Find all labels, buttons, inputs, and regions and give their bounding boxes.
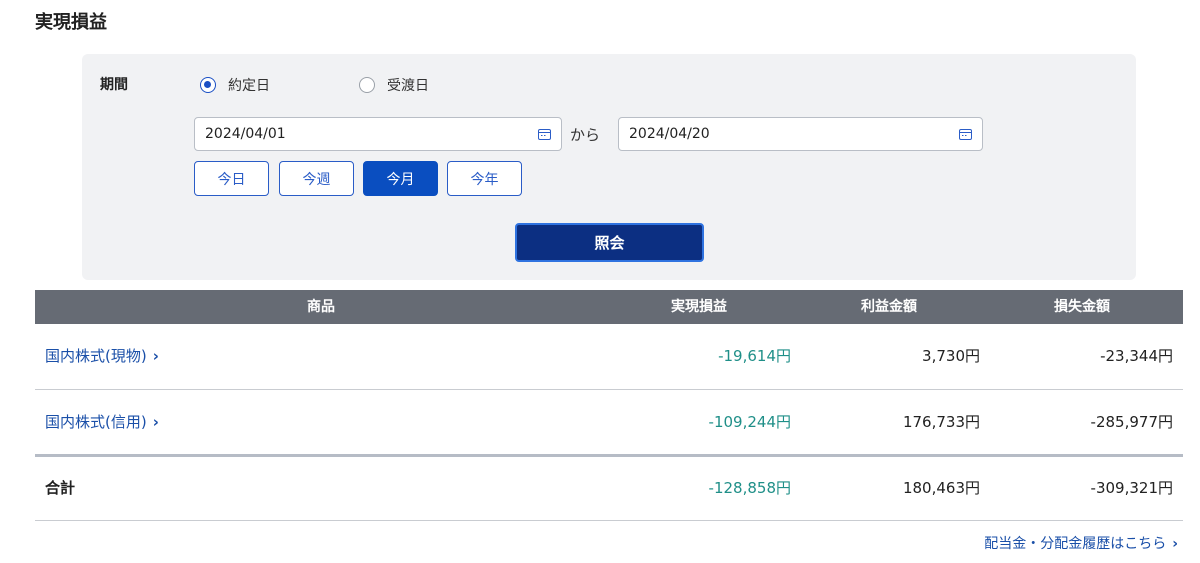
- page-title: 実現損益: [35, 12, 107, 33]
- header-profit: 利益金額: [861, 299, 917, 315]
- date-to-input[interactable]: 2024/04/20: [618, 117, 983, 151]
- chevron-right-icon: ›: [152, 413, 159, 431]
- calendar-icon[interactable]: [538, 128, 551, 140]
- quick-today-button[interactable]: 今日: [194, 161, 269, 196]
- range-separator: から: [570, 126, 601, 144]
- period-label: 期間: [100, 77, 128, 93]
- chevron-right-icon: ›: [152, 347, 159, 365]
- quick-this-year-button[interactable]: 今年: [447, 161, 522, 196]
- radio-trade-date-label: 約定日: [228, 78, 270, 94]
- product-link-margin[interactable]: 国内株式(信用) ›: [45, 390, 159, 455]
- radio-unselected-icon: [359, 77, 375, 93]
- date-from-value: 2024/04/01: [205, 126, 286, 142]
- table-header: 商品 実現損益 利益金額 損失金額: [35, 290, 1183, 324]
- table-row: 国内株式(信用) › -109,244円 176,733円 -285,977円: [35, 390, 1183, 455]
- header-product: 商品: [307, 299, 335, 315]
- inquiry-button[interactable]: 照会: [515, 223, 704, 262]
- quick-this-week-button[interactable]: 今週: [279, 161, 354, 196]
- profit-value: 176,733円: [902, 413, 980, 431]
- loss-value: -23,344円: [1100, 347, 1173, 365]
- header-loss: 損失金額: [1054, 299, 1110, 315]
- header-realized: 実現損益: [671, 299, 727, 315]
- loss-value: -285,977円: [1090, 413, 1173, 431]
- total-row: 合計 -128,858円 180,463円 -309,321円: [35, 457, 1183, 521]
- total-label: 合計: [45, 479, 76, 497]
- dividend-history-label: 配当金・分配金履歴はこちら: [984, 536, 1167, 552]
- total-realized: -128,858円: [708, 479, 791, 497]
- realized-value: -109,244円: [708, 413, 791, 431]
- total-loss: -309,321円: [1090, 479, 1173, 497]
- quick-this-month-button[interactable]: 今月: [363, 161, 438, 196]
- date-from-input[interactable]: 2024/04/01: [194, 117, 562, 151]
- radio-settle-date[interactable]: 受渡日: [359, 75, 429, 95]
- dividend-history-link[interactable]: 配当金・分配金履歴はこちら ›: [984, 533, 1178, 553]
- product-link-spot[interactable]: 国内株式(現物) ›: [45, 324, 159, 389]
- profit-value: 3,730円: [922, 347, 980, 365]
- product-name: 国内株式(信用): [45, 413, 147, 431]
- table-row: 国内株式(現物) › -19,614円 3,730円 -23,344円: [35, 324, 1183, 390]
- chevron-right-icon: ›: [1172, 536, 1178, 552]
- radio-trade-date[interactable]: 約定日: [200, 75, 270, 95]
- product-name: 国内株式(現物): [45, 347, 147, 365]
- radio-selected-icon: [200, 77, 216, 93]
- realized-value: -19,614円: [718, 347, 791, 365]
- date-to-value: 2024/04/20: [629, 126, 710, 142]
- total-profit: 180,463円: [902, 479, 980, 497]
- radio-settle-date-label: 受渡日: [387, 78, 429, 94]
- calendar-icon[interactable]: [959, 128, 972, 140]
